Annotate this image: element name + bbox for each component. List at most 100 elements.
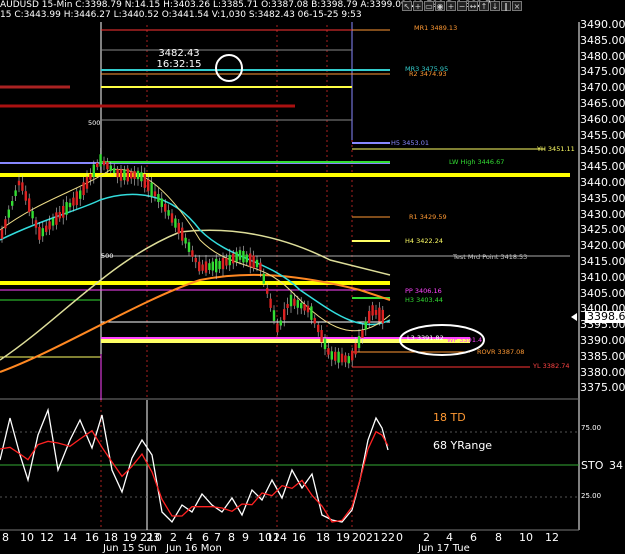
candle-body (41, 228, 44, 237)
time-axis-label: 8 (2, 531, 9, 544)
candle-body (211, 261, 214, 271)
candle-body (323, 338, 327, 350)
candle-body (187, 242, 191, 252)
time-axis-label: 20 (352, 531, 366, 544)
price-axis-label: 3470.00 (580, 81, 625, 95)
crosshair-icon[interactable]: + (413, 1, 423, 11)
candle-body (75, 191, 78, 205)
time-axis-label: 16 (85, 531, 99, 544)
time-axis-label: 9 (242, 531, 249, 544)
time-axis-label: 8 (228, 531, 235, 544)
candle-body (317, 324, 320, 333)
level-label: ROVR 3387.08 (477, 348, 525, 356)
price-axis-label: 3410.00 (580, 270, 625, 284)
arrow-icon[interactable]: ↖ (402, 1, 412, 11)
candle-body (55, 212, 58, 225)
candle-body (48, 221, 51, 230)
candle-body (368, 311, 371, 323)
candle-body (7, 209, 10, 218)
candle-body (153, 191, 157, 197)
sto-label: STO (581, 459, 604, 472)
price-axis-label: 3465.00 (580, 97, 625, 110)
current-price-marker (571, 313, 577, 321)
price-axis-label: 3480.00 (580, 49, 625, 63)
candle-body (357, 336, 361, 348)
price-axis-label: 3445.00 (580, 160, 625, 174)
close-icon[interactable]: × (512, 1, 522, 11)
drag-icon[interactable]: ↔ (468, 1, 478, 11)
down-icon[interactable]: ↓ (490, 1, 500, 11)
price-axis-label: 3385.00 (580, 349, 625, 363)
candle-body (296, 300, 299, 308)
candle-body (300, 302, 303, 309)
up-icon[interactable]: ↑ (479, 1, 489, 11)
level-label: MR1 3489.13 (414, 24, 458, 32)
candle-body (181, 227, 184, 241)
candle-body (130, 171, 133, 179)
level-label: R1 3429.59 (409, 213, 447, 221)
time-axis-label: 14 (63, 531, 77, 544)
cursor-price: 3482.43 (158, 48, 200, 59)
level-label: WP 3391.4 (447, 336, 483, 344)
time-axis-label: 19 (336, 531, 350, 544)
date-label-sun: Jun 15 Sun (103, 543, 157, 554)
candle-body (150, 182, 153, 197)
candle-body (68, 202, 72, 208)
candle-body (31, 210, 34, 219)
candle-body (24, 191, 27, 201)
candle-body (116, 169, 119, 178)
candle-body (351, 350, 354, 361)
candle-body (289, 294, 293, 307)
time-axis-label: 22 (381, 531, 395, 544)
candle-body (344, 355, 347, 363)
time-axis-label: 10 (519, 531, 533, 544)
time-axis-label: 16 (292, 531, 306, 544)
candle-body (82, 182, 85, 196)
candle-body (119, 169, 123, 181)
candle-body (330, 351, 333, 360)
candle-body (79, 190, 82, 199)
candle-body (232, 253, 235, 264)
minus-icon[interactable]: − (457, 1, 467, 11)
candle-body (218, 260, 221, 270)
candle-body (28, 198, 31, 213)
candle-body (262, 273, 265, 284)
level-label: H5 3453.01 (391, 139, 429, 147)
candle-body (51, 218, 55, 226)
eye-icon[interactable]: ◉ (435, 1, 445, 11)
candle-body (252, 255, 255, 269)
candle-body (184, 237, 187, 244)
candle-body (378, 307, 381, 322)
candle-body (170, 213, 174, 223)
candle-body (65, 202, 68, 215)
candle-body (320, 330, 323, 343)
candle-body (38, 226, 41, 240)
chart-mark-500-mid: 500 (101, 252, 114, 260)
candle-body (272, 310, 276, 321)
pause-icon[interactable]: ‖ (501, 1, 511, 11)
candle-body (293, 298, 296, 306)
level-label: R2 3474.93 (409, 70, 447, 78)
candle-body (45, 225, 48, 232)
level-label: YL 3382.74 (533, 362, 570, 370)
candle-body (334, 351, 337, 361)
candle-body (364, 321, 367, 330)
price-axis-label: 3405.00 (580, 286, 625, 300)
candle-body (249, 253, 252, 267)
candle-body (340, 353, 344, 363)
price-chart[interactable] (0, 0, 625, 554)
candle-body (225, 258, 228, 266)
time-axis-label: 12 (545, 531, 559, 544)
date-label-mon: Jun 16 Mon (166, 543, 222, 554)
time-axis-label: 6 (470, 531, 477, 544)
candle-body (347, 356, 350, 364)
candle-body (62, 205, 65, 218)
candle-body (72, 197, 75, 206)
cursor-tooltip: 3482.43 16:32:15 (153, 48, 205, 70)
candle-body (255, 259, 259, 268)
candle-body (337, 351, 340, 363)
ticket-icon[interactable]: ▭ (424, 1, 434, 11)
price-axis-label: 3420.00 (580, 239, 625, 253)
plus-icon[interactable]: + (446, 1, 456, 11)
candle-body (157, 194, 160, 202)
